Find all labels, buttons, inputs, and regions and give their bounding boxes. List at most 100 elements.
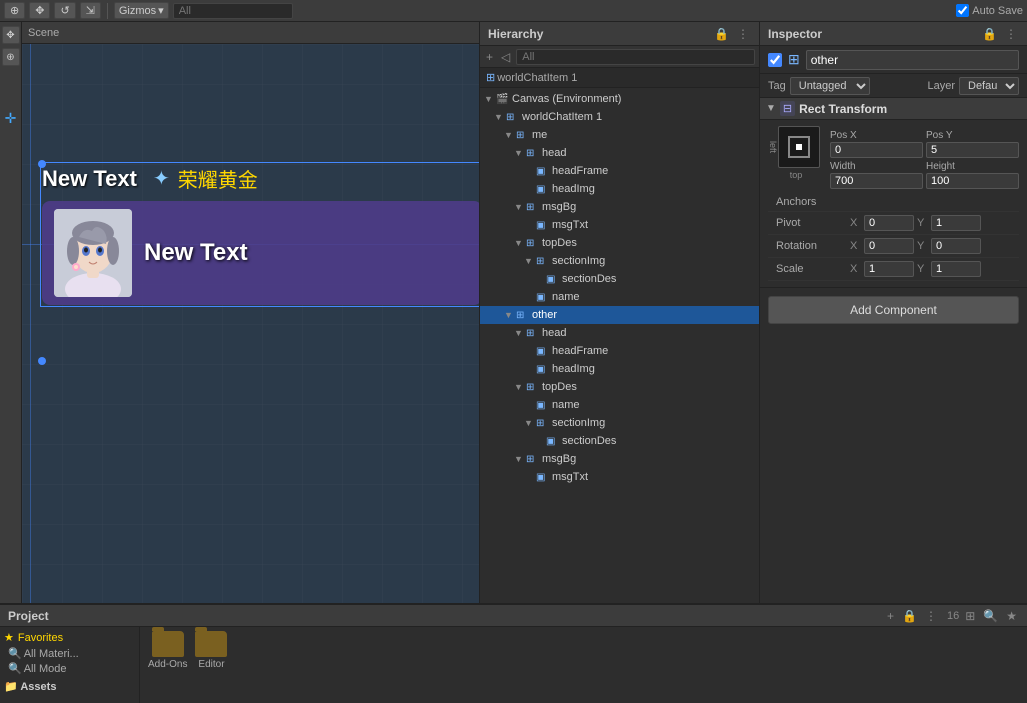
tree-label-headImg2: headImg xyxy=(552,363,759,375)
project-right-panel: Add-Ons Editor xyxy=(140,627,1027,703)
folder-editor[interactable]: Editor xyxy=(195,631,227,670)
tree-item-headFrame2[interactable]: ▣headFrame xyxy=(480,342,759,360)
rt-width-input[interactable] xyxy=(830,173,923,189)
hierarchy-nav-btn[interactable]: ◁ xyxy=(499,50,512,64)
handle-tl[interactable] xyxy=(38,160,46,168)
handle-bl[interactable] xyxy=(38,357,46,365)
inspector-panel: Inspector 🔒 ⋮ ⊞ Tag Untagged Layer Defau xyxy=(760,22,1027,603)
inspector-tag-row: Tag Untagged Layer Defau xyxy=(760,74,1027,98)
tree-item-sectionImg[interactable]: ▼⊞sectionImg xyxy=(480,252,759,270)
tree-item-sectionImg2[interactable]: ▼⊞sectionImg xyxy=(480,414,759,432)
tree-item-sectionDes[interactable]: ▣sectionDes xyxy=(480,270,759,288)
rt-right-col: Pos X Pos Y Width Height xyxy=(830,126,1019,189)
move-tool-btn[interactable]: ⊕ xyxy=(2,48,20,66)
pivot-xy: X Y xyxy=(850,215,1011,231)
hand-tool-btn[interactable]: ✥ xyxy=(2,26,20,44)
project-lock-btn[interactable]: 🔒 xyxy=(900,609,919,623)
top-search-input[interactable] xyxy=(173,3,293,19)
hierarchy-add-btn[interactable]: + xyxy=(484,50,495,64)
rt-height-input[interactable] xyxy=(926,173,1019,189)
tree-label-headImg: headImg xyxy=(552,183,759,195)
tree-arrow-me: ▼ xyxy=(504,130,516,140)
project-fav-mode[interactable]: 🔍 All Mode xyxy=(4,661,135,676)
tree-item-headFrame[interactable]: ▣headFrame xyxy=(480,162,759,180)
tree-item-sectionDes2[interactable]: ▣sectionDes xyxy=(480,432,759,450)
scale-y-input[interactable] xyxy=(931,261,981,277)
layer-dropdown[interactable]: Defau xyxy=(959,77,1019,95)
project-add-btn[interactable]: + xyxy=(885,609,896,623)
tree-item-other[interactable]: ▼⊞other xyxy=(480,306,759,324)
toolbar-rotate-btn[interactable]: ↺ xyxy=(54,2,75,19)
folder-addons-icon xyxy=(152,631,184,657)
rotation-x-input[interactable] xyxy=(864,238,914,254)
tree-item-headImg2[interactable]: ▣headImg xyxy=(480,360,759,378)
add-component-button[interactable]: Add Component xyxy=(768,296,1019,324)
hierarchy-breadcrumb: ⊞ worldChatItem 1 xyxy=(480,68,759,88)
pivot-x-input[interactable] xyxy=(864,215,914,231)
inspector-name-input[interactable] xyxy=(806,50,1019,70)
gizmos-dropdown[interactable]: Gizmos ▾ xyxy=(114,2,169,19)
tag-dropdown[interactable]: Untagged xyxy=(790,77,870,95)
inspector-lock-btn[interactable]: 🔒 xyxy=(980,27,999,41)
scale-x-input[interactable] xyxy=(864,261,914,277)
rt-pos-y-input[interactable] xyxy=(926,142,1019,158)
tree-icon-topDes2: ⊞ xyxy=(526,382,540,393)
tree-item-msgBg[interactable]: ▼⊞msgBg xyxy=(480,198,759,216)
project-fav-materials[interactable]: 🔍 All Materi... xyxy=(4,646,135,661)
tree-item-msgTxt[interactable]: ▣msgTxt xyxy=(480,216,759,234)
tree-item-topDes2[interactable]: ▼⊞topDes xyxy=(480,378,759,396)
inspector-more-btn[interactable]: ⋮ xyxy=(1003,27,1019,41)
scale-xy: X Y xyxy=(850,261,1011,277)
pivot-x-item: X xyxy=(850,215,914,231)
hierarchy-lock-btn[interactable]: 🔒 xyxy=(712,27,731,41)
scene-canvas[interactable]: New Text ✦ 荣耀黄金 xyxy=(22,44,479,603)
new-text-header: New Text xyxy=(42,166,137,192)
tree-item-head2[interactable]: ▼⊞head xyxy=(480,324,759,342)
tree-item-me[interactable]: ▼⊞me xyxy=(480,126,759,144)
folder-addons[interactable]: Add-Ons xyxy=(148,631,187,670)
toolbar-scale-btn[interactable]: ⇲ xyxy=(80,2,101,19)
rt-left-col: left top xyxy=(768,126,824,189)
project-star-btn[interactable]: ★ xyxy=(1004,609,1019,623)
tree-item-name[interactable]: ▣name xyxy=(480,288,759,306)
scale-x-letter: X xyxy=(850,263,862,275)
tree-label-topDes2: topDes xyxy=(542,381,759,393)
pivot-y-input[interactable] xyxy=(931,215,981,231)
inspector-active-checkbox[interactable] xyxy=(768,53,782,67)
rt-anchor-wrapper: left xyxy=(768,126,824,168)
tree-icon-msgTxt: ▣ xyxy=(536,220,550,231)
tree-item-msgBg2[interactable]: ▼⊞msgBg xyxy=(480,450,759,468)
tree-item-msgTxt2[interactable]: ▣msgTxt xyxy=(480,468,759,486)
chat-item-container: New Text ✦ 荣耀黄金 xyxy=(42,164,479,305)
tree-arrow-msgBg: ▼ xyxy=(514,202,526,212)
tree-item-canvas[interactable]: ▼🎬Canvas (Environment) xyxy=(480,90,759,108)
tree-item-headImg[interactable]: ▣headImg xyxy=(480,180,759,198)
tree-label-sectionImg2: sectionImg xyxy=(552,417,759,429)
scene-view: Scene New Text ✦ 荣耀黄金 xyxy=(22,22,480,603)
assets-label: Assets xyxy=(20,681,56,693)
auto-save-toggle[interactable]: Auto Save xyxy=(956,4,1023,17)
project-grid-btn[interactable]: ⊞ xyxy=(963,609,977,623)
project-header: Project + 🔒 ⋮ 16 ⊞ 🔍 ★ xyxy=(0,605,1027,627)
tree-icon-head2: ⊞ xyxy=(526,328,540,339)
auto-save-checkbox[interactable] xyxy=(956,4,969,17)
tree-icon-name: ▣ xyxy=(536,292,550,303)
hierarchy-search-input[interactable] xyxy=(516,49,755,65)
rotation-x-letter: X xyxy=(850,240,862,252)
rt-anchor-box[interactable] xyxy=(778,126,820,168)
tree-item-topDes[interactable]: ▼⊞topDes xyxy=(480,234,759,252)
tree-icon-sectionImg2: ⊞ xyxy=(536,418,550,429)
rect-transform-header[interactable]: ▼ ⊟ Rect Transform xyxy=(760,98,1027,120)
hierarchy-tree[interactable]: ▼🎬Canvas (Environment)▼⊞worldChatItem 1▼… xyxy=(480,88,759,603)
tree-label-msgTxt2: msgTxt xyxy=(552,471,759,483)
toolbar-move-btn[interactable]: ✥ xyxy=(29,2,50,19)
rotation-y-input[interactable] xyxy=(931,238,981,254)
tree-item-worldChatItem1[interactable]: ▼⊞worldChatItem 1 xyxy=(480,108,759,126)
tree-item-head[interactable]: ▼⊞head xyxy=(480,144,759,162)
tree-item-name2[interactable]: ▣name xyxy=(480,396,759,414)
toolbar-transform-btn[interactable]: ⊕ xyxy=(4,2,25,19)
project-more-btn[interactable]: ⋮ xyxy=(923,609,939,623)
hierarchy-more-btn[interactable]: ⋮ xyxy=(735,27,751,41)
project-filter-btn[interactable]: 🔍 xyxy=(981,609,1000,623)
rt-pos-x-input[interactable] xyxy=(830,142,923,158)
